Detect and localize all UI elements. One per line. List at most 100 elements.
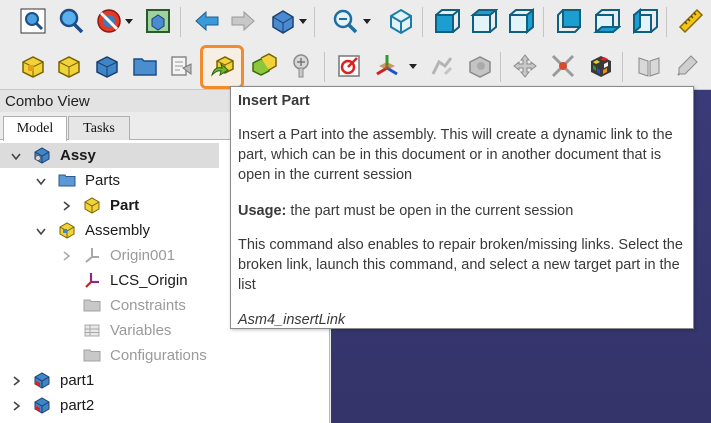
expand-arrow-right-icon[interactable] bbox=[60, 249, 72, 261]
tree-item-label: Assy bbox=[60, 147, 96, 164]
new-group-button[interactable] bbox=[128, 49, 162, 83]
new-part-button[interactable] bbox=[52, 49, 86, 83]
toolbar-separator bbox=[422, 7, 423, 37]
toolbar-separator bbox=[324, 52, 325, 82]
fit-selection-button[interactable] bbox=[54, 4, 88, 38]
measure-button[interactable] bbox=[674, 4, 708, 38]
sketch-icon bbox=[338, 55, 360, 77]
tooltip-command-name: Asm4_insertLink bbox=[238, 312, 346, 328]
tree-item-label: part1 bbox=[60, 372, 95, 389]
insert-fastener-button[interactable] bbox=[284, 49, 318, 83]
tree-item-label: Part bbox=[110, 197, 140, 214]
measure-tool-button[interactable] bbox=[670, 49, 704, 83]
std-views-dropdown[interactable] bbox=[298, 4, 308, 38]
arrow-right-icon bbox=[231, 10, 255, 32]
release-placement-button[interactable] bbox=[424, 49, 458, 83]
left-view-button[interactable] bbox=[628, 4, 662, 38]
datum-dropdown[interactable] bbox=[408, 49, 418, 83]
tree-item-label: Assembly bbox=[85, 222, 151, 239]
insert-part-icon bbox=[210, 56, 234, 77]
bottom-view-button[interactable] bbox=[590, 4, 624, 38]
draw-style-icon bbox=[97, 9, 121, 33]
tree-item-label: Constraints bbox=[110, 297, 186, 314]
chevron-down-icon bbox=[125, 18, 133, 24]
folder-grey-icon bbox=[83, 346, 101, 364]
part-icon bbox=[83, 196, 101, 214]
bottom-view-icon bbox=[593, 9, 621, 33]
bounding-box-button[interactable] bbox=[141, 4, 175, 38]
top-view-button[interactable] bbox=[467, 4, 501, 38]
import-datum-button[interactable] bbox=[164, 49, 198, 83]
right-view-button[interactable] bbox=[504, 4, 538, 38]
insert-part-button[interactable] bbox=[200, 45, 244, 89]
fit-all-icon bbox=[20, 8, 46, 34]
rear-view-icon bbox=[557, 9, 581, 33]
arrow-left-icon bbox=[195, 10, 219, 32]
tree-item[interactable]: Configurations bbox=[0, 343, 330, 368]
tooltip-usage-text: the part must be open in the current ses… bbox=[286, 203, 574, 219]
explode-button[interactable] bbox=[546, 49, 580, 83]
top-view-icon bbox=[470, 9, 498, 33]
lcs-icon bbox=[83, 271, 101, 289]
expand-arrow-right-icon[interactable] bbox=[10, 374, 22, 386]
fit-all-button[interactable] bbox=[16, 4, 50, 38]
zoom-dropdown[interactable] bbox=[362, 4, 372, 38]
tab-model[interactable]: Model bbox=[3, 116, 67, 141]
right-view-icon bbox=[509, 7, 534, 35]
chevron-down-icon bbox=[409, 63, 417, 69]
measure-pencil-icon bbox=[677, 55, 698, 76]
expand-arrow-right-icon[interactable] bbox=[10, 399, 22, 411]
toolbar-separator bbox=[180, 7, 181, 37]
draw-style-dropdown[interactable] bbox=[124, 4, 134, 38]
tooltip-description: Insert a Part into the assembly. This wi… bbox=[238, 127, 673, 183]
move-part-button[interactable] bbox=[508, 49, 542, 83]
new-assembly-icon bbox=[22, 56, 44, 78]
tree-item[interactable]: Assy bbox=[0, 143, 219, 168]
insert-part-variant-button[interactable] bbox=[246, 49, 280, 83]
variables-icon bbox=[83, 321, 101, 339]
isometric-cube-icon bbox=[390, 8, 412, 35]
insert-part-tooltip: Insert Part Insert a Part into the assem… bbox=[230, 86, 694, 329]
new-body-button[interactable] bbox=[90, 49, 124, 83]
tooltip-repair-note: This command also enables to repair brok… bbox=[238, 237, 683, 293]
tooltip-usage: Usage: the part must be open in the curr… bbox=[238, 201, 690, 221]
expand-arrow-down-icon[interactable] bbox=[35, 224, 47, 236]
back-button[interactable] bbox=[190, 4, 224, 38]
isometric-view-button[interactable] bbox=[384, 4, 418, 38]
tree-item[interactable]: part1 bbox=[0, 368, 330, 393]
tree-item[interactable]: part2 bbox=[0, 393, 330, 418]
assembly-yellow-icon bbox=[58, 221, 76, 239]
tab-tasks[interactable]: Tasks bbox=[68, 116, 130, 140]
assembly-info-button[interactable] bbox=[632, 49, 666, 83]
folder-icon bbox=[58, 171, 76, 189]
expand-arrow-down-icon[interactable] bbox=[35, 174, 47, 186]
screw-icon bbox=[293, 54, 309, 78]
draw-style-button[interactable] bbox=[92, 4, 126, 38]
expand-arrow-down-icon[interactable] bbox=[10, 149, 22, 161]
std-views-button[interactable] bbox=[266, 4, 300, 38]
tree-item-label: Parts bbox=[85, 172, 121, 189]
front-view-icon bbox=[435, 9, 460, 33]
rear-view-button[interactable] bbox=[552, 4, 586, 38]
front-view-button[interactable] bbox=[430, 4, 464, 38]
toolbar-separator bbox=[666, 7, 667, 37]
add-sketch-button[interactable] bbox=[332, 49, 366, 83]
solver-button[interactable] bbox=[584, 49, 618, 83]
left-view-icon bbox=[633, 7, 658, 35]
tree-item-label: LCS_Origin bbox=[110, 272, 188, 289]
forward-button[interactable] bbox=[226, 4, 260, 38]
attach-part-button[interactable] bbox=[462, 49, 496, 83]
new-part-icon bbox=[58, 56, 80, 78]
expand-arrow-right-icon[interactable] bbox=[60, 199, 72, 211]
tooltip-title: Insert Part bbox=[238, 93, 310, 109]
folder-icon bbox=[133, 58, 157, 76]
origin-icon bbox=[83, 246, 101, 264]
explode-icon bbox=[551, 54, 575, 78]
zoom-button[interactable] bbox=[328, 4, 362, 38]
book-icon bbox=[638, 57, 660, 77]
rubik-cube-icon bbox=[591, 56, 611, 77]
attach-icon bbox=[469, 56, 491, 78]
new-assembly-button[interactable] bbox=[16, 49, 50, 83]
zoom-selection-icon bbox=[59, 8, 84, 34]
add-datum-button[interactable] bbox=[370, 49, 404, 83]
